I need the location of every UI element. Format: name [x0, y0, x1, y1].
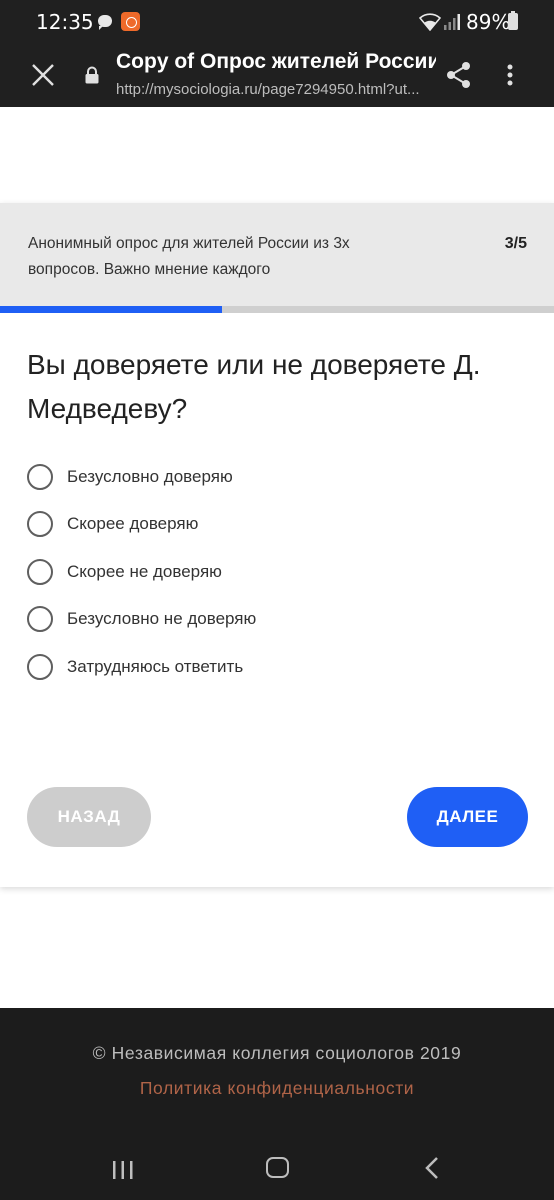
copyright-text: © Независимая коллегия социологов 2019	[92, 1043, 462, 1063]
privacy-policy-link[interactable]: Политика конфиденциальности	[0, 1078, 554, 1099]
answer-option-label: Безусловно доверяю	[67, 466, 233, 486]
answer-options: Безусловно доверяю Скорее доверяю Скорее…	[27, 453, 527, 691]
lock-icon	[85, 66, 99, 84]
battery-percent: 89%	[466, 10, 511, 34]
answer-option-label: Скорее доверяю	[67, 514, 199, 534]
radio-button[interactable]	[27, 463, 53, 490]
question-counter: 3/5	[504, 235, 527, 252]
back-nav-icon[interactable]	[424, 1156, 440, 1180]
progress-bar	[0, 306, 554, 313]
answer-option-label: Скорее не доверяю	[67, 561, 222, 581]
answer-option[interactable]: Скорее доверяю	[27, 501, 527, 549]
share-icon[interactable]	[444, 60, 474, 90]
answer-option[interactable]: Безусловно не доверяю	[27, 596, 527, 644]
question-text: Вы доверяете или не доверяете Д. Медведе…	[27, 349, 481, 424]
answer-option[interactable]: Безусловно доверяю	[27, 453, 527, 501]
survey-card: Анонимный опрос для жителей России из 3х…	[0, 203, 554, 887]
status-bar: 12:35 89%	[0, 0, 554, 44]
page-footer: © Независимая коллегия социологов 2019 П…	[0, 1008, 554, 1108]
signal-icon	[444, 14, 460, 30]
battery-icon	[508, 11, 518, 30]
page-url[interactable]: http://mysociologia.ru/page7294950.html?…	[116, 81, 438, 98]
radio-button[interactable]	[27, 511, 53, 538]
next-button[interactable]: ДАЛЕЕ	[407, 787, 528, 847]
app-notification-icon	[121, 12, 140, 31]
radio-button[interactable]	[27, 653, 53, 680]
answer-option[interactable]: Затрудняюсь ответить	[27, 643, 527, 691]
answer-option-label: Безусловно не доверяю	[67, 609, 257, 629]
more-options-icon[interactable]	[500, 62, 520, 88]
answer-option-label: Затрудняюсь ответить	[67, 656, 244, 676]
radio-button[interactable]	[27, 606, 53, 633]
browser-toolbar: Copy of Опрос жителей России http://myso…	[0, 44, 554, 107]
recent-apps-icon[interactable]	[112, 1160, 134, 1180]
page-title: Copy of Опрос жителей России	[116, 50, 436, 73]
home-icon[interactable]	[266, 1157, 289, 1178]
survey-description: Анонимный опрос для жителей России из 3х…	[28, 235, 350, 278]
chat-notification-icon	[98, 15, 112, 30]
back-button[interactable]: НАЗАД	[27, 787, 151, 847]
radio-button[interactable]	[27, 558, 53, 585]
answer-option[interactable]: Скорее не доверяю	[27, 548, 527, 596]
wifi-icon	[419, 13, 441, 31]
close-icon[interactable]	[30, 62, 56, 88]
status-time: 12:35	[36, 10, 94, 34]
progress-bar-fill	[0, 306, 222, 313]
system-navigation-bar	[0, 1108, 554, 1200]
survey-header: Анонимный опрос для жителей России из 3х…	[0, 203, 554, 306]
